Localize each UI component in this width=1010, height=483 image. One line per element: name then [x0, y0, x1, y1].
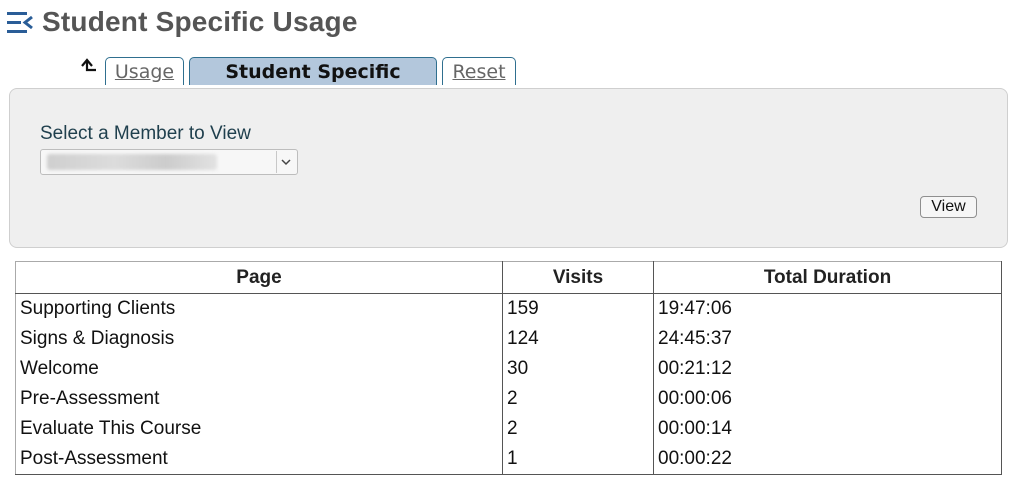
cell-page: Signs & Diagnosis	[15, 324, 503, 354]
chevron-down-icon[interactable]	[276, 151, 296, 173]
table-row: Welcome 30 00:21:12	[15, 354, 1002, 384]
cell-visits: 30	[502, 354, 654, 384]
table-header-row: Page Visits Total Duration	[15, 261, 1002, 294]
tab-student-specific-usage[interactable]: Student Specific Usage	[189, 57, 437, 111]
tab-usage[interactable]: Usage	[105, 57, 184, 85]
header-total-duration[interactable]: Total Duration	[653, 261, 1002, 294]
cell-visits: 159	[502, 293, 654, 324]
cell-page: Post-Assessment	[15, 444, 503, 475]
header-page[interactable]: Page	[15, 261, 503, 294]
cell-duration: 00:00:14	[653, 414, 1002, 444]
view-button[interactable]: View	[920, 196, 977, 218]
member-select-label: Select a Member to View	[40, 123, 251, 144]
header-visits[interactable]: Visits	[502, 261, 654, 294]
cell-duration: 24:45:37	[653, 324, 1002, 354]
cell-page: Evaluate This Course	[15, 414, 503, 444]
up-arrow-icon[interactable]	[78, 57, 98, 77]
cell-duration: 00:00:22	[653, 444, 1002, 475]
cell-duration: 00:00:06	[653, 384, 1002, 414]
cell-page: Supporting Clients	[15, 293, 503, 324]
menu-collapse-icon[interactable]	[6, 9, 34, 37]
page-title: Student Specific Usage	[42, 6, 358, 37]
table-row: Signs & Diagnosis 124 24:45:37	[15, 324, 1002, 354]
member-select-value	[47, 154, 217, 170]
member-select[interactable]	[40, 149, 298, 175]
member-filter-panel: Select a Member to View View	[9, 88, 1008, 248]
usage-table: Page Visits Total Duration Supporting Cl…	[15, 261, 1002, 475]
cell-visits: 2	[502, 414, 654, 444]
table-row: Evaluate This Course 2 00:00:14	[15, 414, 1002, 444]
cell-duration: 00:21:12	[653, 354, 1002, 384]
cell-duration: 19:47:06	[653, 293, 1002, 324]
cell-page: Welcome	[15, 354, 503, 384]
cell-visits: 124	[502, 324, 654, 354]
table-row: Pre-Assessment 2 00:00:06	[15, 384, 1002, 414]
cell-visits: 1	[502, 444, 654, 475]
table-row: Post-Assessment 1 00:00:22	[15, 444, 1002, 475]
tab-reset[interactable]: Reset	[442, 57, 516, 85]
cell-visits: 2	[502, 384, 654, 414]
cell-page: Pre-Assessment	[15, 384, 503, 414]
table-row: Supporting Clients 159 19:47:06	[15, 293, 1002, 324]
